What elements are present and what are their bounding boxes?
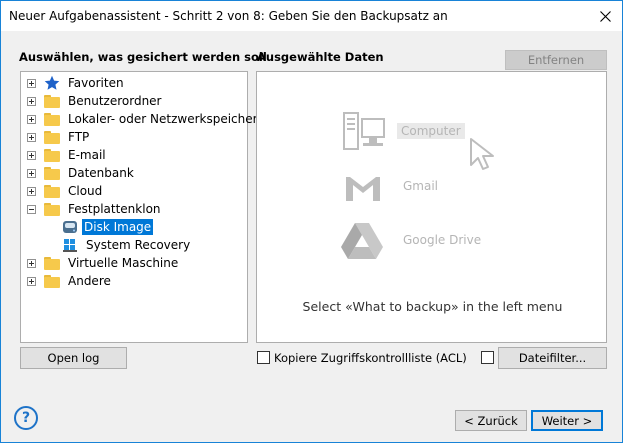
tree-item-datenbank[interactable]: Datenbank [27,164,136,182]
tree-item-festplattenklon[interactable]: Festplattenklon [27,200,163,218]
tree-item-label: E-mail [68,148,106,162]
right-panel-heading: Ausgewählte Daten [257,50,384,64]
acl-checkbox-label[interactable]: Kopiere Zugriffskontrollliste (ACL) [274,351,467,365]
tree-item-andere[interactable]: Andere [27,272,113,290]
help-icon: ? [21,410,31,426]
disk-icon [63,221,77,233]
expand-icon[interactable] [27,258,36,268]
gmail-icon [346,177,380,201]
close-icon [599,10,611,22]
expand-icon[interactable] [27,150,36,160]
selected-data-panel: Computer Gmail Google Drive Select «What… [256,71,607,343]
wizard-window: Neuer Aufgabenassistent - Schritt 2 von … [0,0,623,443]
folder-icon [44,112,60,126]
remove-button[interactable]: Entfernen [505,50,607,70]
folder-icon [44,148,60,162]
folder-icon [44,256,60,270]
empty-selection-hint: Select «What to backup» in the left menu [302,299,563,314]
tree-item-label: Benutzerordner [68,94,162,108]
tree-item-label: Favoriten [68,76,124,90]
expand-icon[interactable] [27,168,36,178]
star-icon [44,75,60,90]
tree-item-label: FTP [68,130,90,144]
file-filter-checkbox[interactable] [481,351,494,364]
expand-icon[interactable] [27,96,36,106]
folder-icon [44,130,60,144]
close-button[interactable] [588,1,622,31]
tree-item-ftp[interactable]: FTP [27,128,91,146]
tree-item-label: Cloud [68,184,103,198]
source-gmail-label[interactable]: Gmail [403,179,438,193]
tree-item-label: Andere [68,274,111,288]
tree-item-label: Disk Image [82,219,154,235]
file-filter-button[interactable]: Dateifilter... [498,347,607,369]
tree-item-label: System Recovery [86,238,191,252]
mouse-cursor-icon [470,138,494,170]
tree-item-system-recovery[interactable]: System Recovery [62,236,192,254]
expand-icon[interactable] [27,276,36,286]
acl-checkbox[interactable] [257,351,270,364]
tree-item-netzwerkspeicher[interactable]: Lokaler- oder Netzwerkspeicher [27,110,260,128]
folder-icon [44,94,60,108]
tree-item-cloud[interactable]: Cloud [27,182,104,200]
folder-icon [44,202,60,216]
expand-icon[interactable] [27,186,36,196]
window-title: Neuer Aufgabenassistent - Schritt 2 von … [9,9,448,23]
google-drive-icon [341,223,383,259]
expand-icon[interactable] [27,132,36,142]
open-log-button[interactable]: Open log [20,347,127,369]
tree-item-virtuelle-maschine[interactable]: Virtuelle Maschine [27,254,180,272]
folder-icon [44,184,60,198]
system-recovery-icon [63,239,77,252]
expand-icon[interactable] [27,114,36,124]
tree-item-label: Festplattenklon [68,202,161,216]
tree-item-label: Virtuelle Maschine [68,256,179,270]
source-tree[interactable]: Favoriten Benutzerordner Lokaler- oder N… [20,71,258,343]
computer-icon [343,112,385,150]
tree-item-label: Lokaler- oder Netzwerkspeicher [68,112,258,126]
back-button[interactable]: < Zurück [455,410,527,431]
folder-icon [44,166,60,180]
title-bar: Neuer Aufgabenassistent - Schritt 2 von … [1,1,622,31]
source-computer-label[interactable]: Computer [397,123,465,139]
tree-item-favoriten[interactable]: Favoriten [27,74,126,92]
source-google-drive-label[interactable]: Google Drive [403,233,481,247]
collapse-icon[interactable] [27,204,36,214]
folder-icon [44,274,60,288]
help-button[interactable]: ? [14,406,38,430]
left-panel-heading: Auswählen, was gesichert werden soll [19,50,267,64]
next-button[interactable]: Weiter > [531,410,603,431]
expand-icon[interactable] [27,78,36,88]
tree-item-label: Datenbank [68,166,134,180]
tree-item-benutzerordner[interactable]: Benutzerordner [27,92,164,110]
tree-item-email[interactable]: E-mail [27,146,108,164]
tree-item-disk-image[interactable]: Disk Image [62,218,154,236]
